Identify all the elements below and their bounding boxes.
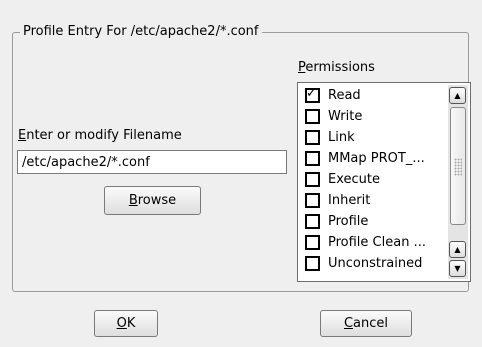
permission-item-mmap[interactable]: MMap PROT_... [305, 148, 425, 168]
permission-label-profile: Profile [328, 213, 369, 229]
permissions-list[interactable]: Read Write Link MMap PROT_... Execute In… [297, 82, 471, 282]
permission-checkbox-profile[interactable] [305, 213, 320, 229]
permission-label-profile-clean: Profile Clean ... [328, 234, 426, 250]
scroll-down-button[interactable]: ▼ [449, 260, 466, 277]
permissions-label: Permissions [298, 60, 375, 76]
browse-text: rowse [137, 193, 177, 208]
permission-checkbox-link[interactable] [305, 129, 320, 145]
filename-input[interactable] [17, 150, 287, 174]
permission-item-unconstrained[interactable]: Unconstrained [305, 253, 422, 273]
permission-checkbox-read[interactable] [305, 86, 320, 103]
permission-checkbox-profile-clean[interactable] [305, 234, 320, 250]
cancel-button[interactable]: Cancel [320, 310, 412, 337]
cancel-mnemonic: C [343, 316, 354, 331]
permission-item-write[interactable]: Write [305, 106, 362, 126]
grip-icon [454, 158, 462, 176]
permissions-label-text: ermissions [305, 60, 375, 75]
browse-mnemonic: B [128, 193, 138, 208]
permissions-scrollbar[interactable]: ▲ ▲ ▼ [448, 85, 468, 279]
permission-label-mmap: MMap PROT_... [328, 150, 425, 166]
permission-item-read[interactable]: Read [305, 85, 361, 105]
triangle-up-icon: ▲ [454, 244, 461, 254]
permission-checkbox-unconstrained[interactable] [305, 255, 320, 271]
permission-label-execute: Execute [328, 171, 380, 187]
permission-label-write: Write [328, 108, 363, 124]
ok-button[interactable]: OK [94, 310, 158, 337]
triangle-down-icon: ▼ [454, 263, 461, 273]
filename-label: Enter or modify Filename [18, 128, 182, 144]
triangle-up-icon: ▲ [454, 90, 461, 100]
group-title: Profile Entry For /etc/apache2/*.conf [20, 25, 262, 39]
scroll-up-button-lower[interactable]: ▲ [449, 241, 466, 258]
ok-mnemonic: O [116, 316, 127, 331]
permission-item-link[interactable]: Link [305, 127, 355, 147]
permission-checkbox-write[interactable] [305, 108, 320, 124]
permission-label-inherit: Inherit [328, 192, 371, 208]
cancel-text: ancel [353, 316, 389, 331]
ok-text: K [126, 316, 136, 331]
permission-item-execute[interactable]: Execute [305, 169, 380, 189]
scroll-up-button[interactable]: ▲ [449, 87, 466, 104]
filename-label-mnemonic: E [18, 128, 27, 143]
permission-label-link: Link [328, 129, 355, 145]
permission-label-unconstrained: Unconstrained [328, 255, 423, 271]
permission-item-profile[interactable]: Profile [305, 211, 368, 231]
scrollbar-thumb[interactable] [450, 107, 466, 225]
permission-checkbox-execute[interactable] [305, 171, 320, 187]
permission-checkbox-mmap[interactable] [305, 150, 320, 166]
permission-label-read: Read [328, 87, 361, 103]
browse-button[interactable]: Browse [104, 186, 201, 215]
permission-item-profile-clean[interactable]: Profile Clean ... [305, 232, 426, 252]
permission-item-inherit[interactable]: Inherit [305, 190, 370, 210]
filename-label-text: nter or modify Filename [26, 128, 182, 143]
permission-checkbox-inherit[interactable] [305, 192, 320, 208]
